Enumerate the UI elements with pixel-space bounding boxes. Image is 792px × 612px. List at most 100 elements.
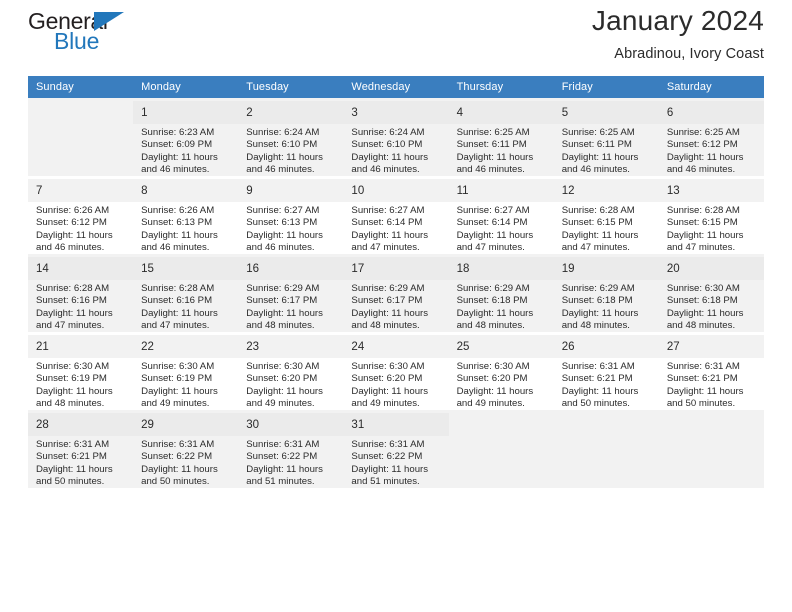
day-detail-lines: Sunrise: 6:30 AM Sunset: 6:20 PM Daylight:… <box>457 358 548 411</box>
calendar-day-cell[interactable]: 6 Sunrise: 6:25 AM Sunset: 6:12 PM Daylight… <box>658 98 764 177</box>
day-detail-line: Daylight: 11 hours <box>141 307 218 319</box>
day-detail-line: Daylight: 11 hours <box>141 385 218 397</box>
day-detail-line: Sunrise: 6:30 AM <box>666 283 740 294</box>
day-number: 20 <box>666 263 680 275</box>
day-detail-line: Sunrise: 6:24 AM <box>246 127 320 138</box>
day-detail-line: Sunset: 6:20 PM <box>351 373 423 385</box>
calendar-day-cell[interactable]: 9 Sunrise: 6:27 AM Sunset: 6:13 PM Daylight… <box>238 176 344 255</box>
calendar-day-cell[interactable]: 20 Sunrise: 6:30 AM Sunset: 6:18 PM Dayligh… <box>658 254 764 332</box>
calendar-day-cell[interactable]: 17 Sunrise: 6:29 AM Sunset: 6:17 PM Dayligh… <box>343 254 449 332</box>
calendar-day-cell[interactable]: 24 Sunrise: 6:30 AM Sunset: 6:20 PM Dayligh… <box>343 332 449 410</box>
day-number-band: 17 <box>343 257 449 280</box>
calendar-day-cell[interactable]: 16 Sunrise: 6:29 AM Sunset: 6:17 PM Dayligh… <box>238 254 344 332</box>
day-detail-line: Sunset: 6:12 PM <box>36 217 107 229</box>
day-number-band: 28 <box>28 413 134 436</box>
day-number: 16 <box>246 263 260 275</box>
day-detail-line: Sunrise: 6:28 AM <box>561 205 635 216</box>
day-cell-content: 26 Sunrise: 6:31 AM Sunset: 6:21 PM Dayligh… <box>553 332 659 411</box>
weekday-header-thursday: Thursday <box>448 76 554 98</box>
day-detail-line: and 47 minutes. <box>561 242 630 254</box>
day-number-band: 25 <box>448 335 554 358</box>
day-cell-content: 12 Sunrise: 6:28 AM Sunset: 6:15 PM Dayligh… <box>553 176 659 254</box>
calendar-day-cell[interactable]: 1 Sunrise: 6:23 AM Sunset: 6:09 PM Daylight… <box>133 98 239 176</box>
day-number: 11 <box>456 185 469 197</box>
calendar-day-cell[interactable]: 31 Sunrise: 6:31 AM Sunset: 6:22 PM Dayligh… <box>343 410 449 488</box>
day-number: 8 <box>141 185 148 197</box>
day-cell-content: 28 Sunrise: 6:31 AM Sunset: 6:21 PM Dayligh… <box>28 410 134 488</box>
day-detail-line: and 46 minutes. <box>141 242 210 254</box>
day-detail-line: Sunset: 6:17 PM <box>246 295 318 307</box>
calendar-empty-cell <box>658 410 764 488</box>
day-cell-content: 23 Sunrise: 6:30 AM Sunset: 6:20 PM Dayligh… <box>238 332 344 410</box>
day-number-band: 29 <box>133 413 239 436</box>
day-detail-line: Sunrise: 6:25 AM <box>456 127 530 138</box>
weekday-header-row: Sunday Monday Tuesday Wednesday Thursday… <box>28 76 764 98</box>
day-detail-line: Sunset: 6:18 PM <box>561 295 633 307</box>
day-detail-lines: Sunrise: 6:27 AM Sunset: 6:13 PM Daylight:… <box>246 202 337 255</box>
calendar-day-cell[interactable]: 5 Sunrise: 6:25 AM Sunset: 6:11 PM Daylight… <box>553 98 659 177</box>
calendar-day-cell[interactable]: 2 Sunrise: 6:24 AM Sunset: 6:10 PM Daylight… <box>238 98 344 176</box>
day-detail-lines: Sunrise: 6:28 AM Sunset: 6:16 PM Daylight:… <box>36 280 127 333</box>
calendar-body: 1 Sunrise: 6:23 AM Sunset: 6:09 PM Daylight… <box>28 98 764 488</box>
day-detail-line: and 47 minutes. <box>141 320 210 332</box>
day-cell-content: 11 Sunrise: 6:27 AM Sunset: 6:14 PM Dayligh… <box>448 176 554 254</box>
day-detail-line: Sunset: 6:17 PM <box>351 295 423 307</box>
day-cell-content <box>554 410 659 488</box>
day-detail-line: Sunset: 6:22 PM <box>246 451 318 463</box>
day-number-band: 6 <box>658 101 764 124</box>
day-cell-content: 27 Sunrise: 6:31 AM Sunset: 6:21 PM Dayligh… <box>658 332 764 410</box>
calendar-day-cell[interactable]: 23 Sunrise: 6:30 AM Sunset: 6:20 PM Dayligh… <box>238 332 344 410</box>
weekday-header-saturday: Saturday <box>658 76 764 98</box>
day-cell-content: 31 Sunrise: 6:31 AM Sunset: 6:22 PM Dayligh… <box>343 410 449 488</box>
calendar-day-cell[interactable]: 29 Sunrise: 6:31 AM Sunset: 6:22 PM Dayligh… <box>133 410 239 488</box>
calendar-day-cell[interactable]: 14 Sunrise: 6:28 AM Sunset: 6:16 PM Dayligh… <box>28 254 134 333</box>
day-detail-line: and 46 minutes. <box>561 164 630 176</box>
calendar-day-cell[interactable]: 7 Sunrise: 6:26 AM Sunset: 6:12 PM Daylight… <box>28 176 134 254</box>
day-number-band: 2 <box>238 101 344 124</box>
day-number-band: 15 <box>133 257 239 280</box>
day-detail-line: Sunrise: 6:31 AM <box>561 361 635 372</box>
day-detail-line: Sunrise: 6:28 AM <box>666 205 740 216</box>
calendar-day-cell[interactable]: 22 Sunrise: 6:30 AM Sunset: 6:19 PM Dayligh… <box>133 332 239 411</box>
day-detail-line: Daylight: 11 hours <box>246 151 323 163</box>
day-detail-lines: Sunrise: 6:29 AM Sunset: 6:18 PM Daylight:… <box>562 280 653 333</box>
calendar-day-cell[interactable]: 26 Sunrise: 6:31 AM Sunset: 6:21 PM Dayligh… <box>553 332 659 411</box>
calendar-day-cell[interactable]: 19 Sunrise: 6:29 AM Sunset: 6:18 PM Dayligh… <box>553 254 659 333</box>
calendar-day-cell[interactable]: 28 Sunrise: 6:31 AM Sunset: 6:21 PM Dayligh… <box>28 410 134 488</box>
day-detail-lines: Sunrise: 6:29 AM Sunset: 6:18 PM Daylight:… <box>457 280 548 333</box>
day-detail-lines: Sunrise: 6:31 AM Sunset: 6:21 PM Daylight:… <box>562 358 653 411</box>
generalblue-logo[interactable]: General Blue <box>28 8 148 56</box>
day-number-band: 30 <box>238 413 344 436</box>
calendar-day-cell[interactable]: 15 Sunrise: 6:28 AM Sunset: 6:16 PM Dayligh… <box>133 254 239 332</box>
calendar-day-cell[interactable]: 11 Sunrise: 6:27 AM Sunset: 6:14 PM Dayligh… <box>448 176 554 254</box>
calendar-day-cell[interactable]: 4 Sunrise: 6:25 AM Sunset: 6:11 PM Daylight… <box>448 98 554 176</box>
day-detail-line: and 50 minutes. <box>666 398 736 410</box>
day-detail-line: Sunset: 6:14 PM <box>456 217 528 229</box>
day-detail-lines: Sunrise: 6:25 AM Sunset: 6:12 PM Daylight:… <box>667 124 758 177</box>
weekday-header-tuesday: Tuesday <box>238 76 344 98</box>
calendar-day-cell[interactable]: 18 Sunrise: 6:29 AM Sunset: 6:18 PM Dayligh… <box>448 254 554 333</box>
day-detail-line: and 49 minutes. <box>456 398 525 410</box>
calendar-day-cell[interactable]: 8 Sunrise: 6:26 AM Sunset: 6:13 PM Daylight… <box>133 176 239 254</box>
day-detail-line: Sunrise: 6:30 AM <box>456 361 530 372</box>
calendar-day-cell[interactable]: 13 Sunrise: 6:28 AM Sunset: 6:15 PM Dayligh… <box>658 176 764 254</box>
day-cell-content <box>28 98 133 176</box>
day-detail-lines: Sunrise: 6:31 AM Sunset: 6:22 PM Daylight:… <box>246 436 337 489</box>
day-detail-lines: Sunrise: 6:30 AM Sunset: 6:19 PM Daylight:… <box>141 358 232 411</box>
calendar-day-cell[interactable]: 27 Sunrise: 6:31 AM Sunset: 6:21 PM Dayligh… <box>658 332 764 410</box>
day-detail-line: Daylight: 11 hours <box>351 385 429 397</box>
day-number-band: 31 <box>343 413 449 436</box>
calendar-day-cell[interactable]: 12 Sunrise: 6:28 AM Sunset: 6:15 PM Dayligh… <box>553 176 659 254</box>
day-number: 7 <box>36 185 43 197</box>
day-detail-line: Sunset: 6:16 PM <box>36 295 107 307</box>
calendar-day-cell[interactable]: 10 Sunrise: 6:27 AM Sunset: 6:14 PM Dayligh… <box>343 176 449 254</box>
calendar-week-row: 1 Sunrise: 6:23 AM Sunset: 6:09 PM Daylight… <box>28 98 764 176</box>
day-detail-line: Daylight: 11 hours <box>36 385 113 397</box>
day-detail-line: Daylight: 11 hours <box>666 151 744 163</box>
day-detail-line: Sunset: 6:19 PM <box>36 373 107 385</box>
calendar-day-cell[interactable]: 21 Sunrise: 6:30 AM Sunset: 6:19 PM Dayligh… <box>28 332 134 410</box>
calendar-day-cell[interactable]: 30 Sunrise: 6:31 AM Sunset: 6:22 PM Dayligh… <box>238 410 344 489</box>
calendar-day-cell[interactable]: 25 Sunrise: 6:30 AM Sunset: 6:20 PM Dayligh… <box>448 332 554 411</box>
day-detail-lines: Sunrise: 6:25 AM Sunset: 6:11 PM Daylight:… <box>562 124 653 177</box>
calendar-day-cell[interactable]: 3 Sunrise: 6:24 AM Sunset: 6:10 PM Daylight… <box>343 98 449 176</box>
